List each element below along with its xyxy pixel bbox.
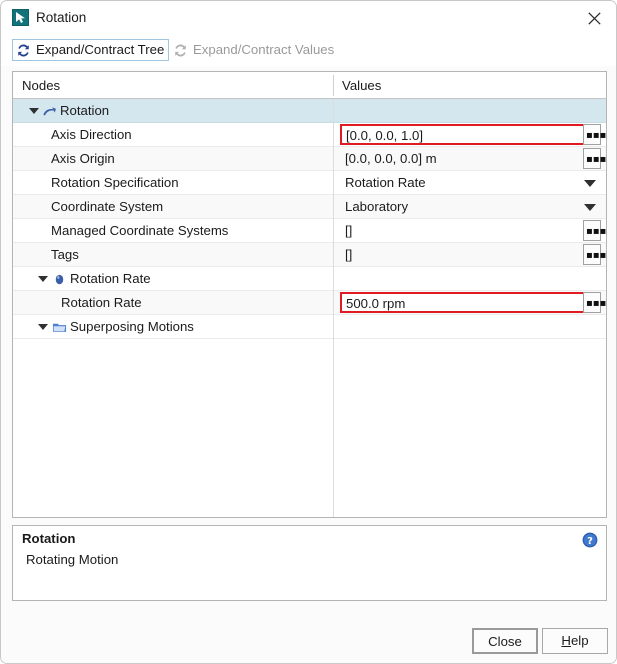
table-row[interactable]: Tags [] ▪▪▪: [13, 243, 606, 267]
chevron-down-icon[interactable]: [38, 324, 48, 330]
column-divider[interactable]: [333, 75, 334, 96]
description-panel: Rotation Rotating Motion ?: [12, 525, 607, 601]
table-row[interactable]: Axis Origin [0.0, 0.0, 0.0] m ▪▪▪: [13, 147, 606, 171]
dialog-footer: Close Help: [1, 601, 616, 663]
title-bar: Rotation: [1, 1, 616, 35]
expand-contract-tree-button[interactable]: Expand/Contract Tree: [12, 39, 170, 61]
help-circle-icon[interactable]: ?: [582, 532, 598, 548]
table-row[interactable]: Coordinate System Laboratory: [13, 195, 606, 219]
column-split-line: [333, 99, 334, 517]
description-body: Rotating Motion: [26, 552, 119, 567]
coordinate-system-value[interactable]: Laboratory: [345, 198, 408, 216]
node-label: Coordinate System: [51, 199, 164, 214]
managed-coordinate-systems-value[interactable]: []: [345, 222, 352, 240]
table-body: Rotation Axis Direction [0.0, 0.0, 1.0] …: [13, 99, 606, 517]
table-row[interactable]: Managed Coordinate Systems [] ▪▪▪: [13, 219, 606, 243]
rotation-specification-value[interactable]: Rotation Rate: [345, 174, 426, 192]
node-label: Rotation: [60, 103, 110, 118]
ellipsis-icon: ▪▪▪: [586, 298, 607, 309]
chevron-down-icon[interactable]: [584, 180, 596, 187]
rotation-rate-value-field[interactable]: 500.0 rpm: [340, 292, 587, 313]
table-row[interactable]: Superposing Motions: [13, 315, 606, 339]
table-row[interactable]: Axis Direction [0.0, 0.0, 1.0] ▪▪▪: [13, 123, 606, 147]
close-icon[interactable]: [572, 1, 616, 35]
ellipsis-icon: ▪▪▪: [586, 154, 607, 165]
table-row[interactable]: Rotation Rate 500.0 rpm ▪▪▪: [13, 291, 606, 315]
tags-ellipsis-button[interactable]: ▪▪▪: [583, 244, 606, 265]
axis-origin-value[interactable]: [0.0, 0.0, 0.0] m: [345, 150, 437, 168]
table-header: Nodes Values: [13, 72, 606, 99]
help-button-mnemonic: H: [561, 633, 571, 648]
table-row[interactable]: Rotation Specification Rotation Rate: [13, 171, 606, 195]
help-button[interactable]: Help: [542, 628, 608, 654]
node-label: Rotation Rate: [70, 271, 151, 286]
table-row[interactable]: Rotation Rate: [13, 267, 606, 291]
chevron-down-icon[interactable]: [29, 108, 39, 114]
rotation-rate-ellipsis-button[interactable]: ▪▪▪: [583, 292, 606, 313]
help-button-label: elp: [570, 633, 589, 648]
node-label: Axis Origin: [51, 151, 115, 166]
refresh-cycle-icon: [16, 43, 31, 58]
expand-contract-tree-label: Expand/Contract Tree: [36, 42, 165, 57]
column-header-nodes[interactable]: Nodes: [22, 77, 60, 94]
expand-contract-values-label: Expand/Contract Values: [193, 42, 335, 57]
expand-contract-values-button[interactable]: Expand/Contract Values: [169, 39, 339, 61]
node-label: Managed Coordinate Systems: [51, 223, 229, 238]
svg-text:?: ?: [587, 536, 593, 547]
axis-origin-ellipsis-button[interactable]: ▪▪▪: [583, 148, 606, 169]
ellipsis-icon: ▪▪▪: [586, 250, 607, 261]
rotation-app-icon: [12, 9, 29, 26]
rotation-dialog: Rotation Expand/Contract Tree Expand/Con…: [0, 0, 617, 664]
node-label: Axis Direction: [51, 127, 132, 142]
node-label: Rotation Specification: [51, 175, 179, 190]
column-header-values[interactable]: Values: [342, 77, 381, 94]
toolbar: Expand/Contract Tree Expand/Contract Val…: [1, 35, 616, 66]
refresh-cycle-icon: [173, 43, 188, 58]
chevron-down-icon[interactable]: [38, 276, 48, 282]
properties-table: Nodes Values Rotation Axis Direction [0.…: [12, 71, 607, 518]
node-label: Tags: [51, 247, 79, 262]
close-button[interactable]: Close: [472, 628, 538, 654]
ellipsis-icon: ▪▪▪: [586, 130, 607, 141]
ellipsis-icon: ▪▪▪: [586, 226, 607, 237]
description-title: Rotation: [22, 531, 76, 546]
managed-coordinate-systems-ellipsis-button[interactable]: ▪▪▪: [583, 220, 606, 241]
chevron-down-icon[interactable]: [584, 204, 596, 211]
table-row[interactable]: Rotation: [13, 99, 606, 123]
rotation-arrow-icon: [42, 104, 57, 119]
node-label: Superposing Motions: [70, 319, 194, 334]
tags-value[interactable]: []: [345, 246, 352, 264]
node-label: Rotation Rate: [61, 295, 142, 310]
folder-icon: [52, 320, 67, 335]
window-title: Rotation: [36, 10, 87, 25]
axis-direction-ellipsis-button[interactable]: ▪▪▪: [583, 124, 606, 145]
blue-sphere-icon: [52, 272, 67, 287]
axis-direction-value-field[interactable]: [0.0, 0.0, 1.0]: [340, 124, 587, 145]
